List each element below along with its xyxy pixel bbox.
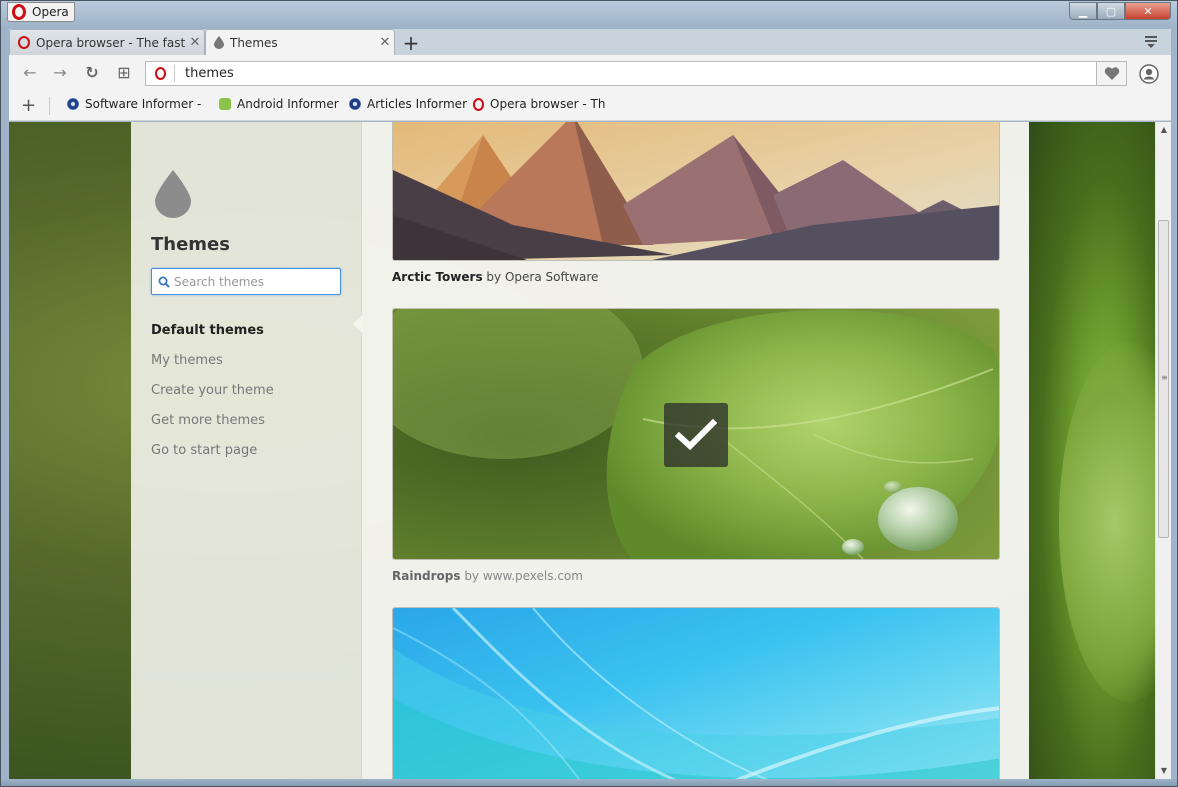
theme-author: www.pexels.com: [482, 569, 583, 583]
opera-icon: [18, 36, 30, 49]
tab-title: Themes: [230, 35, 278, 50]
bookmark-label: Android Informer: [237, 97, 339, 111]
software-informer-icon: [67, 98, 79, 110]
scroll-down-icon[interactable]: ▼: [1156, 763, 1172, 779]
themes-gallery: Arctic Towers by Opera Software Raindrop…: [362, 122, 1029, 779]
theme-card-arctic-towers[interactable]: [392, 122, 1000, 261]
opera-menu-button[interactable]: Opera: [7, 2, 75, 22]
page-scrollbar[interactable]: ▲ ≡ ▼: [1155, 122, 1171, 779]
droplet-icon: [214, 36, 224, 49]
title-bar: Opera ▁ ▢ ✕: [1, 1, 1177, 29]
address-bar[interactable]: themes: [145, 61, 1097, 86]
droplet-icon: [155, 170, 191, 218]
bookmarks-divider: [49, 97, 50, 115]
theme-name: Raindrops: [392, 569, 461, 583]
reload-button[interactable]: ↻: [83, 64, 101, 82]
scrollbar-thumb[interactable]: ≡: [1158, 220, 1169, 538]
address-divider: [174, 65, 175, 82]
window-controls: ▁ ▢ ✕: [1069, 2, 1171, 20]
bookmarks-bar: + Software Informer - V Android Informer…: [9, 91, 1171, 121]
theme-name: Arctic Towers: [392, 270, 483, 284]
arctic-towers-thumbnail: [393, 122, 999, 260]
bookmark-opera-browser[interactable]: Opera browser - Th e: [473, 97, 605, 111]
stash-button[interactable]: [1097, 61, 1127, 86]
theme-card-blue[interactable]: [392, 607, 1000, 779]
nav-create-your-theme[interactable]: Create your theme: [151, 376, 274, 406]
speed-dial-button[interactable]: ⊞: [115, 64, 133, 82]
tab-strip: Opera browser - The fast ✕ Themes ✕ +: [9, 29, 1171, 55]
search-input[interactable]: [174, 274, 334, 289]
theme-by: by: [464, 569, 480, 583]
bookmark-software-informer[interactable]: Software Informer - V: [67, 97, 201, 111]
bookmark-android-informer[interactable]: Android Informer: [219, 97, 339, 111]
nav-get-more-themes[interactable]: Get more themes: [151, 406, 274, 436]
search-box[interactable]: [151, 268, 341, 295]
selected-nav-caret: [353, 315, 362, 333]
tab-themes[interactable]: Themes ✕: [205, 29, 395, 55]
navigation-toolbar: ← → ↻ ⊞ themes: [9, 55, 1171, 91]
user-account-icon[interactable]: [1139, 64, 1159, 84]
software-informer-icon: [349, 98, 361, 110]
bookmark-label: Software Informer -: [85, 97, 201, 111]
themes-page: Themes Default themes My themes Create y…: [9, 122, 1155, 779]
android-icon: [219, 98, 231, 110]
theme-card-raindrops[interactable]: [392, 308, 1000, 560]
opera-icon: [473, 97, 484, 111]
close-window-button[interactable]: ✕: [1125, 2, 1171, 20]
theme-author: Opera Software: [504, 270, 599, 284]
blue-theme-thumbnail: [393, 608, 999, 779]
forward-button[interactable]: →: [51, 64, 69, 82]
close-tab-icon[interactable]: ✕: [376, 35, 394, 50]
opera-menu-label: Opera: [32, 5, 69, 19]
theme-label-raindrops: Raindrops by www.pexels.com: [392, 569, 583, 583]
nav-go-to-start-page[interactable]: Go to start page: [151, 436, 274, 466]
tab-menu-icon[interactable]: [1143, 33, 1159, 49]
selected-theme-badge: [664, 403, 728, 467]
browser-window: Opera ▁ ▢ ✕ Opera browser - The fast ✕ T…: [0, 0, 1178, 787]
opera-icon: [155, 67, 166, 80]
opera-icon: [12, 4, 26, 20]
tab-title: Opera browser - The fast: [36, 35, 186, 50]
search-icon: [158, 276, 170, 288]
bookmark-label: Opera browser - Th: [490, 97, 605, 111]
themes-sidebar: Themes Default themes My themes Create y…: [131, 122, 362, 779]
bookmark-label: Articles Informer: [367, 97, 468, 111]
scrollbar-grip-icon: ≡: [1161, 373, 1168, 382]
add-bookmark-button[interactable]: +: [21, 95, 36, 116]
nav-default-themes[interactable]: Default themes: [151, 316, 274, 346]
theme-by: by: [486, 270, 502, 284]
maximize-button[interactable]: ▢: [1097, 2, 1125, 20]
nav-my-themes[interactable]: My themes: [151, 346, 274, 376]
scroll-up-icon[interactable]: ▲: [1156, 122, 1172, 138]
minimize-button[interactable]: ▁: [1069, 2, 1097, 20]
themes-nav: Default themes My themes Create your the…: [151, 316, 274, 466]
window-bottom-border: [1, 779, 1177, 786]
theme-label-arctic-towers: Arctic Towers by Opera Software: [392, 270, 598, 284]
close-tab-icon[interactable]: ✕: [186, 35, 204, 50]
tab-opera-browser[interactable]: Opera browser - The fast ✕: [9, 29, 205, 55]
address-text[interactable]: themes: [185, 66, 234, 81]
page-title: Themes: [151, 234, 230, 255]
new-tab-button[interactable]: +: [401, 31, 421, 55]
checkmark-icon: [675, 419, 717, 451]
bookmark-articles-informer[interactable]: Articles Informer: [349, 97, 467, 111]
back-button[interactable]: ←: [21, 64, 39, 82]
heart-icon: [1104, 66, 1119, 80]
